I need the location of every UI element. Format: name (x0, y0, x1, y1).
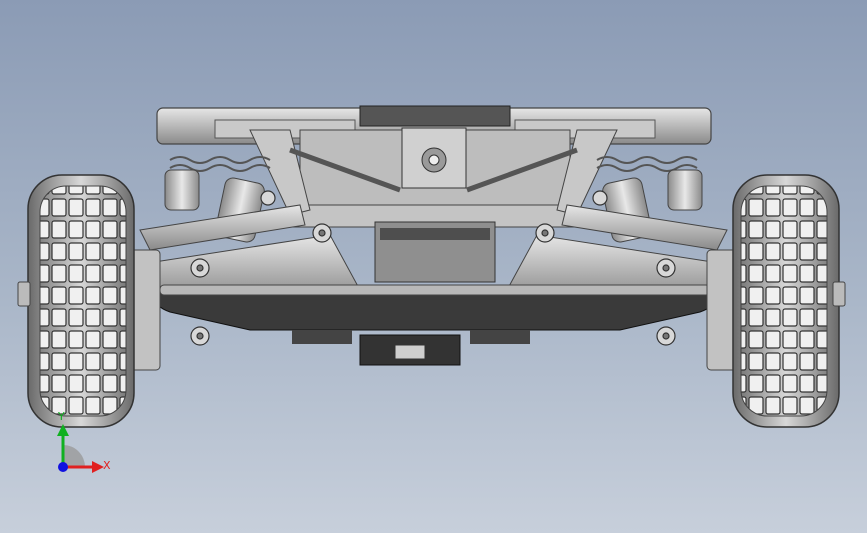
y-axis-label: Y (58, 410, 65, 423)
cad-viewport[interactable]: Y X (0, 0, 867, 533)
front-bulkhead (289, 127, 581, 228)
orientation-triad[interactable] (57, 424, 104, 473)
rc-car-chassis-model[interactable] (0, 0, 867, 533)
z-axis-dot (58, 462, 68, 472)
left-front-wheel (17, 174, 135, 428)
front-gearbox (374, 221, 496, 283)
front-bumper-plate (153, 284, 717, 366)
right-front-wheel (732, 174, 846, 428)
x-axis-label: X (103, 459, 111, 472)
